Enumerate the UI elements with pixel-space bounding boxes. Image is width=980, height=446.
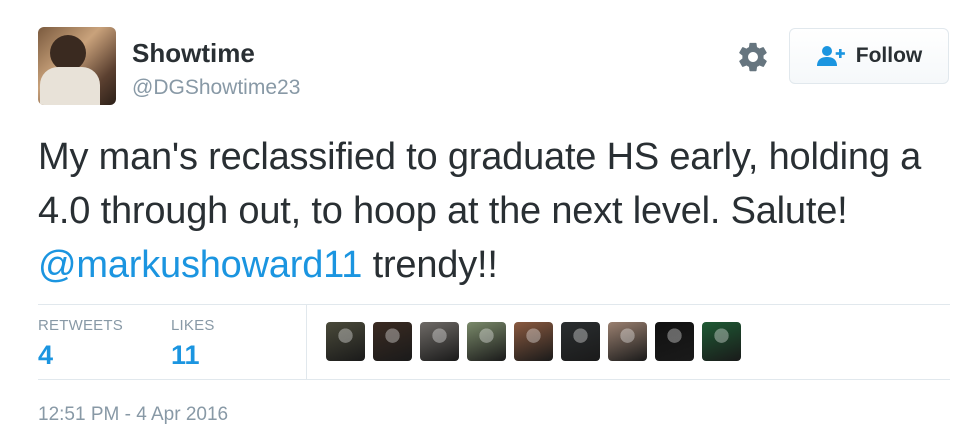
likes-label: LIKES (171, 317, 215, 334)
liker-avatar-image (655, 322, 694, 361)
tweet-text-part: My man's reclassified to graduate HS ear… (38, 136, 922, 232)
user-avatar[interactable] (38, 27, 116, 105)
liker-avatar-5[interactable] (514, 322, 553, 361)
add-user-icon (816, 46, 845, 66)
tweet-text-part: trendy!! (362, 244, 498, 286)
stats-divider-bottom (38, 379, 950, 380)
retweets-count: 4 (38, 340, 54, 370)
liker-avatar-3[interactable] (420, 322, 459, 361)
gear-icon[interactable] (736, 40, 770, 74)
liker-avatar-9[interactable] (702, 322, 741, 361)
stats-divider-vertical (306, 304, 307, 379)
avatar-body-shape (40, 67, 100, 105)
liker-avatar-image (326, 322, 365, 361)
avatar-head-shape (50, 35, 86, 71)
follow-button-label: Follow (855, 44, 923, 67)
user-display-name[interactable]: Showtime (132, 38, 255, 69)
liker-avatar-6[interactable] (561, 322, 600, 361)
mention-link[interactable]: @markushoward11 (38, 244, 362, 286)
liker-avatar-image (561, 322, 600, 361)
liker-avatar-image (608, 322, 647, 361)
liker-avatar-image (467, 322, 506, 361)
liker-avatar-4[interactable] (467, 322, 506, 361)
liker-avatar-8[interactable] (655, 322, 694, 361)
stats-divider-top (38, 304, 950, 305)
follow-button[interactable]: Follow (789, 28, 949, 84)
user-handle[interactable]: @DGShowtime23 (132, 76, 300, 100)
liker-avatar-2[interactable] (373, 322, 412, 361)
liker-avatar-1[interactable] (326, 322, 365, 361)
tweet-text: My man's reclassified to graduate HS ear… (38, 130, 938, 292)
liker-avatar-image (702, 322, 741, 361)
likers-list (326, 322, 741, 361)
tweet-timestamp[interactable]: 12:51 PM - 4 Apr 2016 (38, 404, 228, 426)
likes-stat[interactable]: LIKES 11 (171, 317, 215, 371)
retweets-stat[interactable]: RETWEETS 4 (38, 317, 123, 371)
liker-avatar-image (514, 322, 553, 361)
liker-avatar-image (420, 322, 459, 361)
liker-avatar-7[interactable] (608, 322, 647, 361)
likes-count: 11 (171, 340, 200, 370)
retweets-label: RETWEETS (38, 317, 123, 334)
liker-avatar-image (373, 322, 412, 361)
